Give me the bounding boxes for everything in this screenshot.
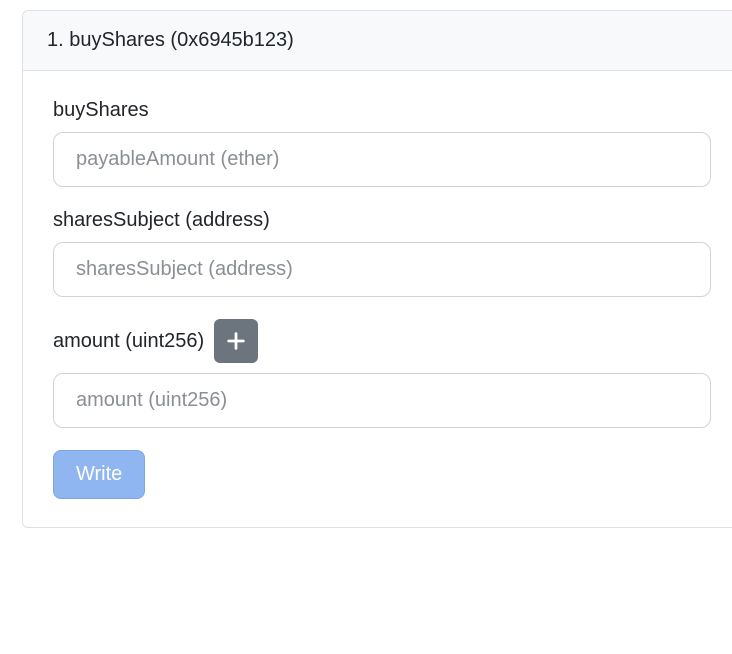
shares-subject-input[interactable]: [53, 242, 711, 297]
panel-title: 1. buyShares (0x6945b123): [47, 29, 294, 51]
add-amount-button[interactable]: [214, 319, 258, 363]
amount-input[interactable]: [53, 373, 711, 428]
panel-body: buyShares sharesSubject (address) amount…: [23, 71, 732, 527]
field-shares-subject-label: sharesSubject (address): [53, 209, 711, 232]
panel-header[interactable]: 1. buyShares (0x6945b123): [23, 11, 732, 71]
payable-amount-input[interactable]: [53, 132, 711, 187]
field-amount-label: amount (uint256): [53, 330, 204, 353]
field-amount: amount (uint256): [53, 319, 711, 428]
field-payable: buyShares: [53, 99, 711, 187]
field-payable-label: buyShares: [53, 99, 711, 122]
field-shares-subject: sharesSubject (address): [53, 209, 711, 297]
function-panel: 1. buyShares (0x6945b123) buyShares shar…: [22, 10, 732, 528]
write-button[interactable]: Write: [53, 450, 145, 499]
field-amount-label-row: amount (uint256): [53, 319, 711, 363]
plus-icon: [225, 330, 247, 352]
